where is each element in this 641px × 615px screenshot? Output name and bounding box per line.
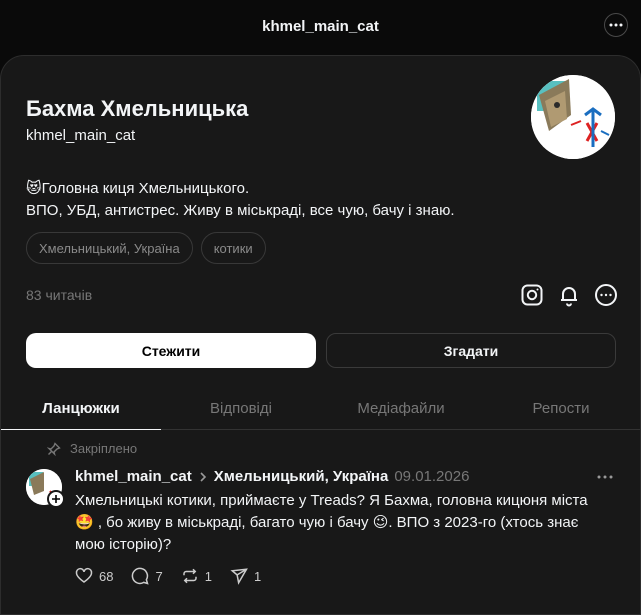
profile-bio: 😻Головна киця Хмельницького. ВПО, УБД, а… xyxy=(26,178,455,222)
more-horizontal-icon xyxy=(597,475,613,479)
tab-replies[interactable]: Відповіді xyxy=(161,386,321,430)
chevron-right-icon xyxy=(200,471,206,482)
tab-media[interactable]: Медіафайли xyxy=(321,386,481,430)
pinned-label: Закріплено xyxy=(47,441,137,456)
comment-count: 7 xyxy=(155,568,163,584)
profile-panel: Бахма Хмельницька khmel_main_cat 😻Головн… xyxy=(0,55,641,615)
post-more-button[interactable] xyxy=(597,466,613,484)
comment-icon xyxy=(132,567,150,585)
profile-username: khmel_main_cat xyxy=(26,127,136,144)
share-count: 1 xyxy=(253,568,262,584)
repost-icon xyxy=(182,568,197,584)
profile-avatar[interactable] xyxy=(531,75,615,159)
profile-tabs: Ланцюжки Відповіді Медіафайли Репости xyxy=(1,386,640,430)
heart-icon xyxy=(75,567,93,583)
more-profile-button[interactable] xyxy=(593,282,619,308)
bell-icon xyxy=(561,287,577,307)
follow-button[interactable]: Стежити xyxy=(26,333,316,368)
plus-icon xyxy=(52,495,60,503)
tab-threads[interactable]: Ланцюжки xyxy=(1,386,161,430)
post-location[interactable]: Хмельницький, Україна xyxy=(214,468,389,485)
instagram-icon xyxy=(521,284,543,306)
avatar-image xyxy=(531,75,615,159)
like-button[interactable]: 68 xyxy=(75,567,113,585)
post-header: khmel_main_cat Хмельницький, Україна 09.… xyxy=(75,468,469,485)
active-tab-indicator xyxy=(1,429,161,430)
tab-reposts[interactable]: Репости xyxy=(481,386,640,430)
like-count: 68 xyxy=(99,568,114,584)
notifications-button[interactable] xyxy=(556,282,582,308)
post-actions: 68 7 1 1 xyxy=(75,567,261,585)
chip-location[interactable]: Хмельницький, Україна xyxy=(26,232,193,264)
profile-actions xyxy=(519,282,619,308)
top-bar: khmel_main_cat xyxy=(0,0,641,52)
post-date: 09.01.2026 xyxy=(394,468,470,485)
share-button[interactable]: 1 xyxy=(230,567,261,585)
share-icon xyxy=(230,568,248,585)
post-text-line: мою історію)? xyxy=(75,536,172,553)
chip-topic[interactable]: котики xyxy=(200,232,266,264)
bio-line: ВПО, УБД, антистрес. Живу в міськраді, в… xyxy=(26,202,455,219)
comment-button[interactable]: 7 xyxy=(131,567,163,585)
display-name: Бахма Хмельницька xyxy=(26,96,249,121)
more-circle-icon xyxy=(595,284,617,306)
mention-button[interactable]: Згадати xyxy=(326,333,616,368)
post-text: Хмельницькі котики, приймаєте у Treads? … xyxy=(75,490,615,556)
more-horizontal-icon xyxy=(609,23,623,27)
repost-count: 1 xyxy=(204,568,212,584)
more-options-button[interactable] xyxy=(604,13,628,37)
instagram-button[interactable] xyxy=(519,282,545,308)
pin-icon xyxy=(47,441,61,456)
followers-count[interactable]: 83 читачів xyxy=(26,287,92,303)
bio-line: 😻Головна киця Хмельницького. xyxy=(26,180,250,197)
repost-button[interactable]: 1 xyxy=(181,567,212,585)
profile-chips: Хмельницький, Україна котики xyxy=(26,232,266,264)
page-title: khmel_main_cat xyxy=(262,17,379,35)
post-text-line: 🤩 , бо живу в міськраді, багато чую і ба… xyxy=(75,514,579,531)
post-text-line: Хмельницькі котики, приймаєте у Treads? … xyxy=(75,492,588,509)
post-username[interactable]: khmel_main_cat xyxy=(75,468,192,485)
follow-author-button[interactable] xyxy=(47,490,65,508)
pinned-text: Закріплено xyxy=(70,441,138,456)
